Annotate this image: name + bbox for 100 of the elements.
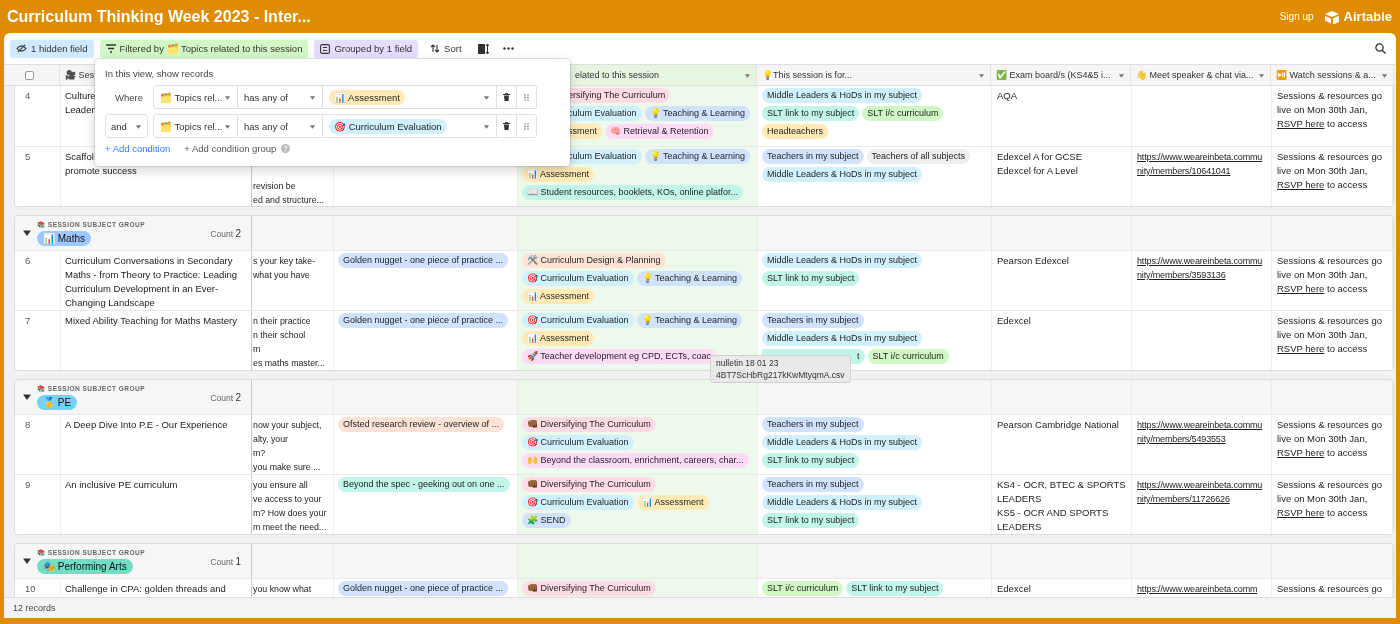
column-header[interactable]: ⏯ Watch sessions & a... bbox=[1271, 65, 1394, 85]
field-dropdown[interactable]: 🗂 Topics rel... bbox=[153, 114, 238, 138]
row-number: 7 bbox=[15, 311, 61, 370]
topic-tag: 💡 Teaching & Learning bbox=[644, 106, 750, 121]
audience-tag: Headteachers bbox=[762, 124, 829, 139]
session-title: Curriculum Conversations in Secondary Maths - from Theory to Practice: Leading Curriculum Development in an Ever-Changing Landscape bbox=[65, 254, 238, 310]
session-title: Culture bbox=[65, 89, 96, 103]
audience-tag: SLT link to my subject bbox=[762, 271, 860, 286]
delete-button[interactable] bbox=[497, 85, 517, 109]
session-title: An inclusive PE curriculum bbox=[65, 478, 178, 492]
column-header[interactable]: 👋 Meet speaker & chat via... bbox=[1131, 65, 1271, 85]
popup-heading: In this view, show records bbox=[105, 68, 215, 79]
speaker-link[interactable]: https://www.weareinbeta.comm bbox=[1137, 582, 1266, 596]
topic-tag: 💡 Teaching & Learning bbox=[644, 149, 750, 164]
speaker-link[interactable]: https://www.weareinbeta.community/members/10641041 bbox=[1137, 150, 1266, 178]
trash-icon bbox=[503, 93, 510, 101]
exam-board-text: AQA bbox=[997, 90, 1018, 101]
record-count: Count 2 bbox=[210, 391, 241, 403]
rsvp-link[interactable]: RSVP here bbox=[1277, 447, 1325, 458]
rsvp-link[interactable]: RSVP here bbox=[1277, 283, 1325, 294]
add-condition-link[interactable]: + Add condition bbox=[105, 143, 171, 154]
add-condition-group-link[interactable]: + Add condition group bbox=[184, 143, 277, 154]
caret-icon bbox=[483, 93, 490, 101]
audience-tag: SLT i/c curriculum bbox=[862, 106, 944, 121]
topic-tag: 🧩 SEND bbox=[522, 513, 571, 528]
group-tag: 📊 Maths bbox=[37, 230, 91, 246]
speaker-link[interactable]: https://www.weareinbeta.community/members/11726626 bbox=[1137, 478, 1266, 506]
audience-tag: Middle Leaders & HoDs in my subject bbox=[762, 495, 923, 510]
caret-icon[interactable] bbox=[23, 393, 31, 401]
session-title: promote success bbox=[65, 164, 137, 178]
column-header[interactable]: ✅ Exam board/s (KS4&5 i... bbox=[991, 65, 1131, 85]
value-dropdown[interactable]: 🎯 Curriculum Evaluation bbox=[323, 114, 497, 138]
topic-tag: 📊 Assessment bbox=[522, 167, 595, 182]
drag-handle[interactable] bbox=[517, 85, 537, 109]
caret-icon bbox=[224, 122, 231, 130]
topic-tag: 📖 Student resources, booklets, KOs, online platfor... bbox=[522, 185, 744, 200]
topic-tag: 🛠 Curriculum Design & Planning bbox=[522, 253, 666, 268]
value-dropdown[interactable]: 📊 Assessment bbox=[323, 85, 497, 109]
conjunction-dropdown[interactable]: and bbox=[105, 114, 148, 138]
audience-tag: Middle Leaders & HoDs in my subject bbox=[762, 88, 923, 103]
caret-icon bbox=[135, 122, 142, 130]
caret-icon bbox=[309, 122, 316, 130]
option-tag: Ofsted research review - overview of ... bbox=[338, 417, 505, 432]
watch-info-text: Sessions & resources go live on Mon 30th Jan, RSVP here to access bbox=[1277, 90, 1383, 129]
audience-tag: Teachers in my subject bbox=[762, 149, 864, 164]
rsvp-link[interactable]: RSVP here bbox=[1277, 118, 1325, 129]
watch-info-text: Sessions & resources go live on Mon 30th Jan, RSVP here to access bbox=[1277, 151, 1383, 190]
operator-dropdown[interactable]: has any of bbox=[238, 85, 323, 109]
audience-tag: Teachers of all subjects bbox=[866, 149, 971, 164]
rsvp-link[interactable]: RSVP here bbox=[1277, 343, 1325, 354]
topic-tag: 📊 Assessment bbox=[522, 331, 595, 346]
cell-text: you ensure all ve access to your m? How does your m meet the need... bbox=[253, 480, 327, 532]
audience-tag: SLT link to my subject bbox=[846, 581, 944, 596]
logo-icon bbox=[1323, 9, 1340, 24]
exam-board-text: Edexcel bbox=[997, 583, 1031, 594]
caret-icon bbox=[1118, 71, 1125, 79]
audience-tag: SLT link to my subject bbox=[762, 513, 860, 528]
caret-icon[interactable] bbox=[23, 229, 31, 237]
audience-tag: SLT i/c curriculum bbox=[867, 349, 949, 364]
delete-button[interactable] bbox=[497, 114, 517, 138]
filter-button[interactable]: Filtered by 🗂 Topics related to this session bbox=[99, 39, 309, 58]
rsvp-link[interactable]: RSVP here bbox=[1277, 179, 1325, 190]
speaker-link[interactable]: https://www.weareinbeta.community/members/5493553 bbox=[1137, 418, 1266, 446]
topic-tag: 📊 Assessment bbox=[522, 289, 595, 304]
caret-icon bbox=[978, 71, 985, 79]
cell-text: s your key take- what you have bbox=[253, 256, 316, 280]
topic-tag: 📊 Assessment bbox=[636, 495, 709, 510]
row-number: 5 bbox=[15, 147, 61, 206]
checkbox[interactable] bbox=[25, 70, 34, 80]
rsvp-link[interactable]: RSVP here bbox=[1277, 507, 1325, 518]
field-dropdown[interactable]: 🗂 Topics rel... bbox=[153, 85, 238, 109]
option-tag: Golden nugget - one piece of practice ... bbox=[338, 313, 509, 328]
session-title: Leader bbox=[65, 103, 95, 117]
topic-tag: 👊🏾 Diversifying The Curriculum bbox=[522, 477, 656, 492]
group-button[interactable]: Grouped by 1 field bbox=[314, 39, 419, 58]
audience-tag: SLT i/c curriculum bbox=[762, 581, 844, 596]
caret-icon bbox=[483, 122, 490, 130]
row-height-icon[interactable] bbox=[477, 43, 489, 54]
hidden-fields-button[interactable]: 1 hidden field bbox=[10, 39, 94, 58]
caret-icon bbox=[1381, 71, 1388, 79]
option-tag: Beyond the spec - geeking out on one ... bbox=[338, 477, 510, 492]
cell-text: you know what bbox=[253, 584, 312, 594]
exam-board-text: Edexcel A for GCSE Edexcel for A Level bbox=[997, 151, 1082, 176]
sort-button[interactable]: Sort bbox=[424, 39, 468, 58]
search-icon[interactable] bbox=[1375, 43, 1386, 54]
speaker-link[interactable]: https://www.weareinbeta.community/members/3593136 bbox=[1137, 254, 1266, 282]
column-header[interactable]: 💡This session is for... bbox=[757, 65, 991, 85]
operator-dropdown[interactable]: has any of bbox=[238, 114, 323, 138]
more-icon[interactable] bbox=[502, 47, 514, 50]
help-icon bbox=[281, 144, 291, 153]
brand-name: Airtable bbox=[1343, 9, 1392, 24]
option-tag: Golden nugget - one piece of practice ... bbox=[338, 253, 509, 268]
caret-icon[interactable] bbox=[23, 557, 31, 565]
drag-handle[interactable] bbox=[517, 114, 537, 138]
record-count: Count 2 bbox=[210, 227, 241, 239]
trash-icon bbox=[503, 122, 510, 130]
watch-info-text: Sessions & resources go live on Mon 30th Jan, RSVP here to access bbox=[1277, 255, 1383, 294]
exam-board-text: KS4 - OCR, BTEC & SPORTS LEADERS KS5 - OCR AND SPORTS LEADERS bbox=[997, 479, 1126, 532]
audience-tag: Teachers in my subject bbox=[762, 313, 864, 328]
topic-tag: 🚀 Teacher development eg CPD, ECTs, coac bbox=[522, 349, 716, 364]
